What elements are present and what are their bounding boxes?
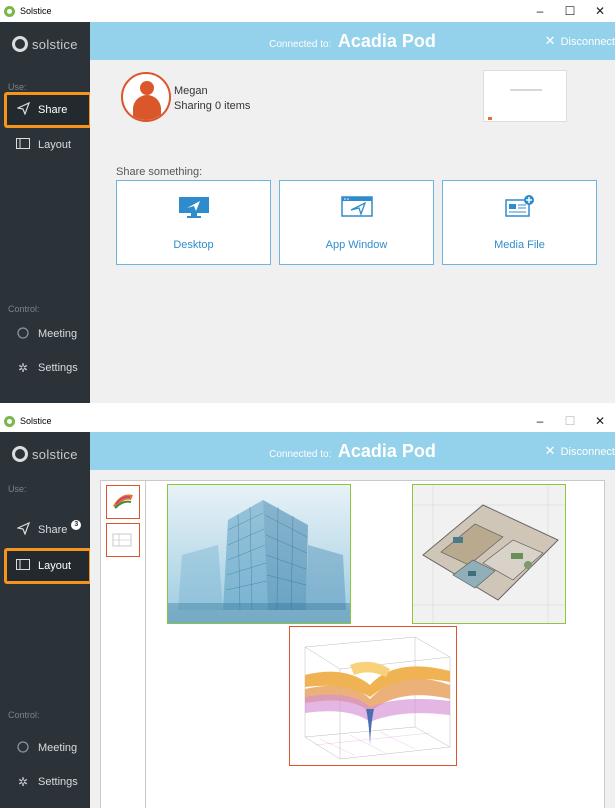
connection-bar: Connected to: Acadia Pod ✕ Disconnect	[90, 22, 615, 60]
separator	[0, 403, 615, 410]
solstice-logo-icon	[12, 36, 28, 52]
sidebar-item-label: Meeting	[38, 742, 78, 754]
sidebar-item-label: Layout	[38, 139, 72, 151]
sidebar-item-meeting[interactable]: Meeting	[4, 730, 92, 766]
blueprint-thumbnail[interactable]	[106, 523, 140, 557]
logo-text: solstice	[32, 36, 78, 52]
layout-icon	[16, 559, 30, 573]
gear-icon: ✲	[17, 361, 29, 375]
layout-panel: ⋮	[90, 470, 615, 808]
gear-icon: ✲	[17, 775, 29, 789]
share-card-label: App Window	[325, 239, 388, 251]
title-bar: Solstice – ☐ ✕	[0, 410, 615, 432]
disconnect-label: Disconnect	[560, 36, 615, 48]
sidebar-item-share[interactable]: Share	[4, 92, 92, 128]
thumbnail-strip	[101, 481, 146, 808]
share-count-badge: 3	[71, 520, 82, 530]
send-icon	[15, 101, 30, 118]
layout-window: Solstice – ☐ ✕ solstice Use: Share 3 Lay…	[0, 410, 615, 808]
solstice-app-icon	[4, 5, 15, 17]
sidebar-item-layout[interactable]: Layout	[4, 548, 92, 584]
pod-name: Acadia Pod	[337, 441, 436, 461]
meeting-icon	[16, 740, 30, 756]
title-bar: Solstice – ☐ ✕	[0, 0, 615, 22]
sharing-status: Sharing 0 items	[174, 100, 251, 112]
window-title: Solstice	[20, 6, 52, 16]
disconnect-button[interactable]: ✕ Disconnect	[545, 432, 615, 470]
close-button[interactable]: ✕	[585, 410, 615, 432]
share-media-file-button[interactable]: Media File	[442, 180, 597, 265]
close-button[interactable]: ✕	[585, 0, 615, 22]
sidebar-item-label: Settings	[38, 362, 78, 374]
desktop-icon	[178, 195, 210, 224]
share-app-window-button[interactable]: App Window	[279, 180, 434, 265]
avatar	[121, 72, 171, 122]
connected-prefix: Connected to:	[269, 39, 332, 50]
sidebar-item-share[interactable]: Share 3	[4, 512, 92, 548]
share-panel: Megan Sharing 0 items Share something: D…	[90, 60, 615, 403]
solstice-logo-icon	[12, 446, 28, 462]
sidebar: solstice Use: Share 3 Layout Control: Me…	[0, 432, 92, 808]
meeting-icon	[16, 326, 30, 342]
sidebar-item-layout[interactable]: Layout	[4, 127, 92, 163]
control-section-label: Control:	[8, 710, 40, 720]
layout-area	[100, 480, 605, 808]
logo: solstice	[12, 36, 78, 52]
sidebar-item-settings[interactable]: ✲ Settings	[4, 764, 92, 800]
use-section-label: Use:	[8, 484, 27, 494]
sidebar-item-label: Meeting	[38, 328, 78, 340]
share-desktop-button[interactable]: Desktop	[116, 180, 271, 265]
share-card-label: Desktop	[173, 239, 214, 251]
share-card-label: Media File	[494, 239, 545, 251]
disconnect-label: Disconnect	[560, 446, 615, 458]
logo-text: solstice	[32, 446, 78, 462]
disconnect-button[interactable]: ✕ Disconnect	[545, 22, 615, 60]
connection-bar: Connected to: Acadia Pod ✕ Disconnect	[90, 432, 615, 470]
share-something-label: Share something:	[116, 166, 203, 178]
building-wireframe-image[interactable]	[167, 484, 351, 624]
minimize-button[interactable]: –	[525, 0, 555, 22]
user-name: Megan	[174, 85, 208, 97]
maximize-button[interactable]: ☐	[555, 410, 585, 432]
logo: solstice	[12, 446, 78, 462]
control-section-label: Control:	[8, 304, 40, 314]
floorplan-3d-image[interactable]	[412, 484, 566, 624]
solstice-app-icon	[4, 415, 15, 427]
layout-icon	[16, 138, 30, 152]
app-window-icon	[340, 195, 373, 224]
sidebar-item-label: Share	[38, 524, 68, 536]
connected-prefix: Connected to:	[269, 449, 332, 460]
sidebar-item-label: Share	[38, 104, 68, 116]
share-window: Solstice – ☐ ✕ solstice Use: Share Layou…	[0, 0, 615, 403]
maximize-button[interactable]: ☐	[555, 0, 585, 22]
connection-status: Connected to: Acadia Pod	[90, 22, 615, 60]
layout-canvas	[149, 481, 604, 808]
close-icon: ✕	[544, 443, 556, 458]
surface-plot-image[interactable]	[289, 626, 457, 766]
connection-status: Connected to: Acadia Pod	[90, 432, 615, 470]
minimize-button[interactable]: –	[525, 410, 555, 432]
sidebar-item-settings[interactable]: ✲ Settings	[4, 350, 92, 386]
sidebar-item-meeting[interactable]: Meeting	[4, 316, 92, 352]
sidebar-item-label: Settings	[38, 776, 78, 788]
sidebar: solstice Use: Share Layout Control: Meet…	[0, 22, 92, 403]
sidebar-item-label: Layout	[38, 560, 72, 572]
use-section-label: Use:	[8, 82, 27, 92]
pod-name: Acadia Pod	[337, 31, 436, 51]
close-icon: ✕	[544, 33, 556, 48]
display-preview-thumbnail[interactable]	[483, 70, 567, 122]
media-file-icon	[504, 195, 536, 224]
chart-thumbnail[interactable]	[106, 485, 140, 519]
window-title: Solstice	[20, 416, 52, 426]
send-icon	[15, 521, 30, 538]
